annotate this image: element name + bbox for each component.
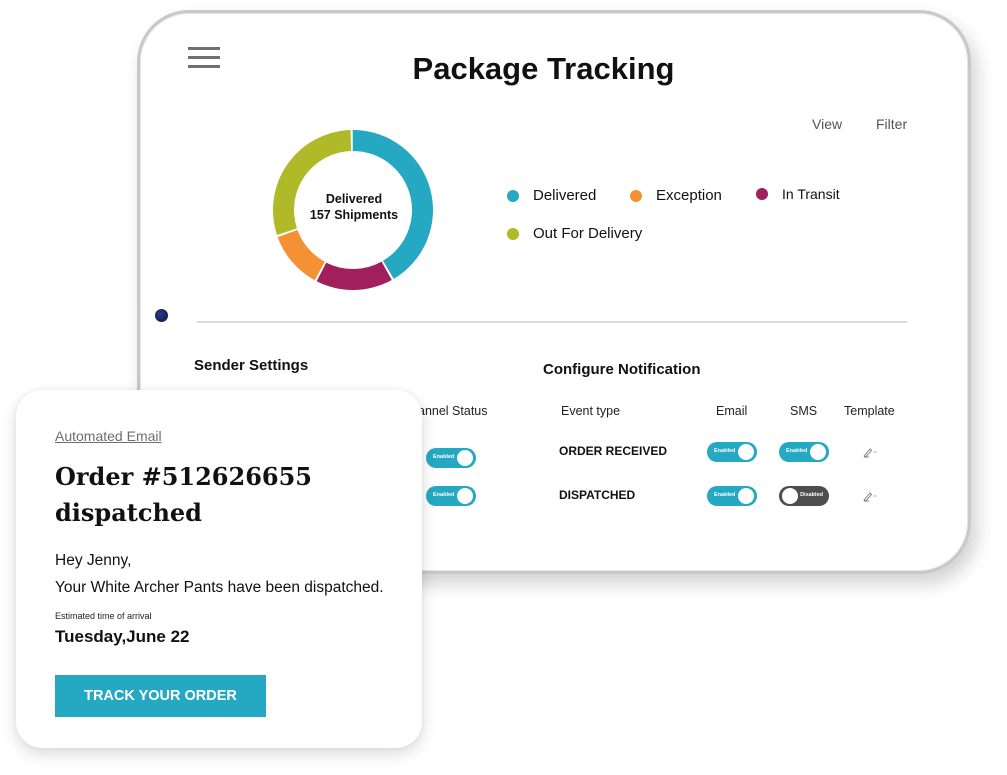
- dispatched-sms-toggle[interactable]: Disabled: [779, 486, 829, 506]
- pencil-edit-icon[interactable]: [862, 446, 880, 458]
- section-divider: [197, 321, 907, 323]
- channel-status-header: annel Status: [418, 404, 488, 418]
- legend-dot-in-transit: [756, 188, 768, 200]
- toggle-knob: [738, 488, 754, 504]
- toggle-label: Enabled: [786, 448, 808, 454]
- toggle-label: Disabled: [800, 492, 823, 498]
- automated-email-link[interactable]: Automated Email: [55, 428, 162, 444]
- pencil-edit-icon[interactable]: [862, 490, 880, 502]
- toggle-knob: [810, 444, 826, 460]
- email-order-title: Order #512626655 dispatched: [55, 462, 313, 527]
- donut-slice-exception[interactable]: [277, 229, 325, 281]
- col-email: Email: [716, 404, 748, 418]
- toggle-label: Enabled: [433, 492, 455, 498]
- order-received-sms-toggle[interactable]: Enabled: [779, 442, 829, 462]
- filter-link[interactable]: Filter: [876, 116, 907, 132]
- event-order-received: ORDER RECEIVED: [559, 444, 668, 458]
- dispatched-email-toggle[interactable]: Enabled: [707, 486, 757, 506]
- eta-value: Tuesday,June 22: [55, 627, 190, 646]
- track-order-button[interactable]: TRACK YOUR ORDER: [55, 675, 266, 717]
- col-template: Template: [844, 404, 895, 418]
- page-title: Package Tracking: [412, 51, 675, 86]
- toggle-label: Enabled: [714, 492, 736, 498]
- legend-label: Out For Delivery: [533, 225, 643, 242]
- donut-center-label: Delivered 157 Shipments: [293, 191, 415, 223]
- legend-item-delivered[interactable]: Delivered: [507, 187, 596, 204]
- toggle-knob: [782, 488, 798, 504]
- toggle-label: Enabled: [714, 448, 736, 454]
- legend-label: In Transit: [782, 186, 840, 202]
- toggle-knob: [457, 450, 473, 466]
- col-event-type: Event type: [561, 404, 621, 418]
- email-body: Hey Jenny, Your White Archer Pants have …: [55, 547, 384, 601]
- order-received-email-toggle[interactable]: Enabled: [707, 442, 757, 462]
- sender-settings-title: Sender Settings: [194, 357, 309, 374]
- view-link[interactable]: View: [812, 116, 842, 132]
- toggle-label: Enabled: [433, 454, 455, 460]
- legend-item-in-transit[interactable]: In Transit: [756, 186, 840, 202]
- legend-item-exception[interactable]: Exception: [630, 187, 722, 204]
- sender-channel-toggle-2[interactable]: Enabled: [426, 486, 476, 506]
- col-sms: SMS: [790, 404, 818, 418]
- sender-channel-toggle-1[interactable]: Enabled: [426, 448, 476, 468]
- donut-center-line2: 157 Shipments: [309, 208, 399, 222]
- event-dispatched: DISPATCHED: [559, 488, 636, 502]
- email-greeting: Hey Jenny,: [55, 552, 132, 569]
- toggle-knob: [738, 444, 754, 460]
- donut-center-line1: Delivered: [325, 192, 383, 206]
- configure-notification-title: Configure Notification: [543, 361, 701, 378]
- eta-label: Estimated time of arrival: [55, 611, 152, 621]
- legend-label: Exception: [656, 187, 722, 204]
- donut-slice-in-transit[interactable]: [316, 261, 392, 290]
- legend-item-out-for-delivery[interactable]: Out For Delivery: [507, 225, 642, 242]
- legend-dot-delivered: [507, 189, 519, 202]
- legend-dot-out-for-delivery: [507, 227, 519, 240]
- legend-dot-exception: [630, 189, 642, 202]
- toggle-knob: [457, 488, 473, 504]
- legend-label: Delivered: [533, 187, 597, 204]
- page-indicator-dot: [155, 309, 168, 322]
- email-message: Your White Archer Pants have been dispat…: [55, 579, 384, 596]
